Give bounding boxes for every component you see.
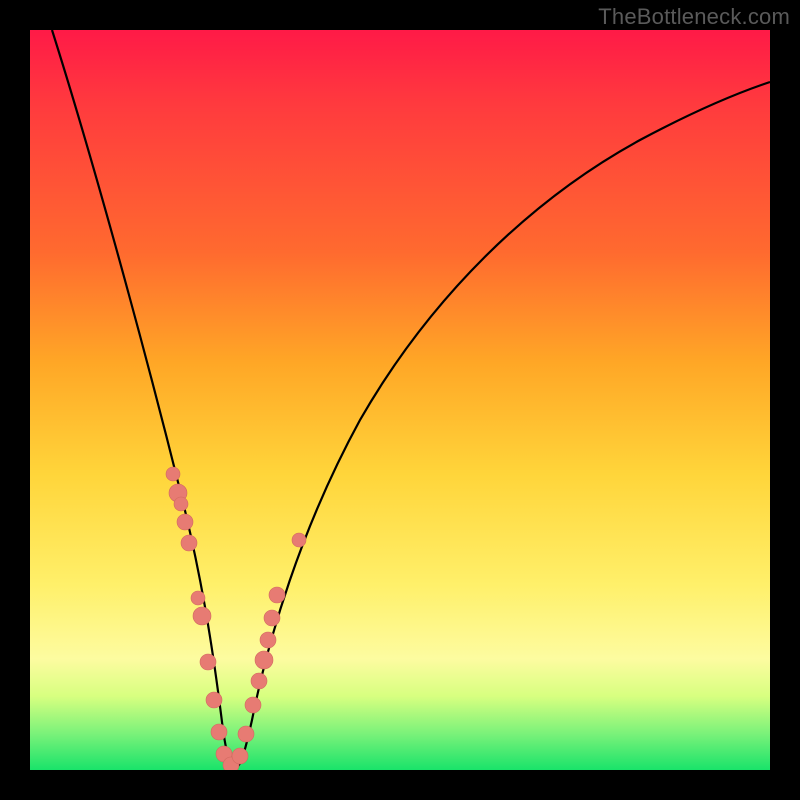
bottleneck-curve (52, 30, 770, 768)
highlighted-points (166, 467, 306, 770)
watermark-text: TheBottleneck.com (598, 4, 790, 30)
plot-area (30, 30, 770, 770)
bottleneck-curve-svg (30, 30, 770, 770)
chart-frame: TheBottleneck.com (0, 0, 800, 800)
